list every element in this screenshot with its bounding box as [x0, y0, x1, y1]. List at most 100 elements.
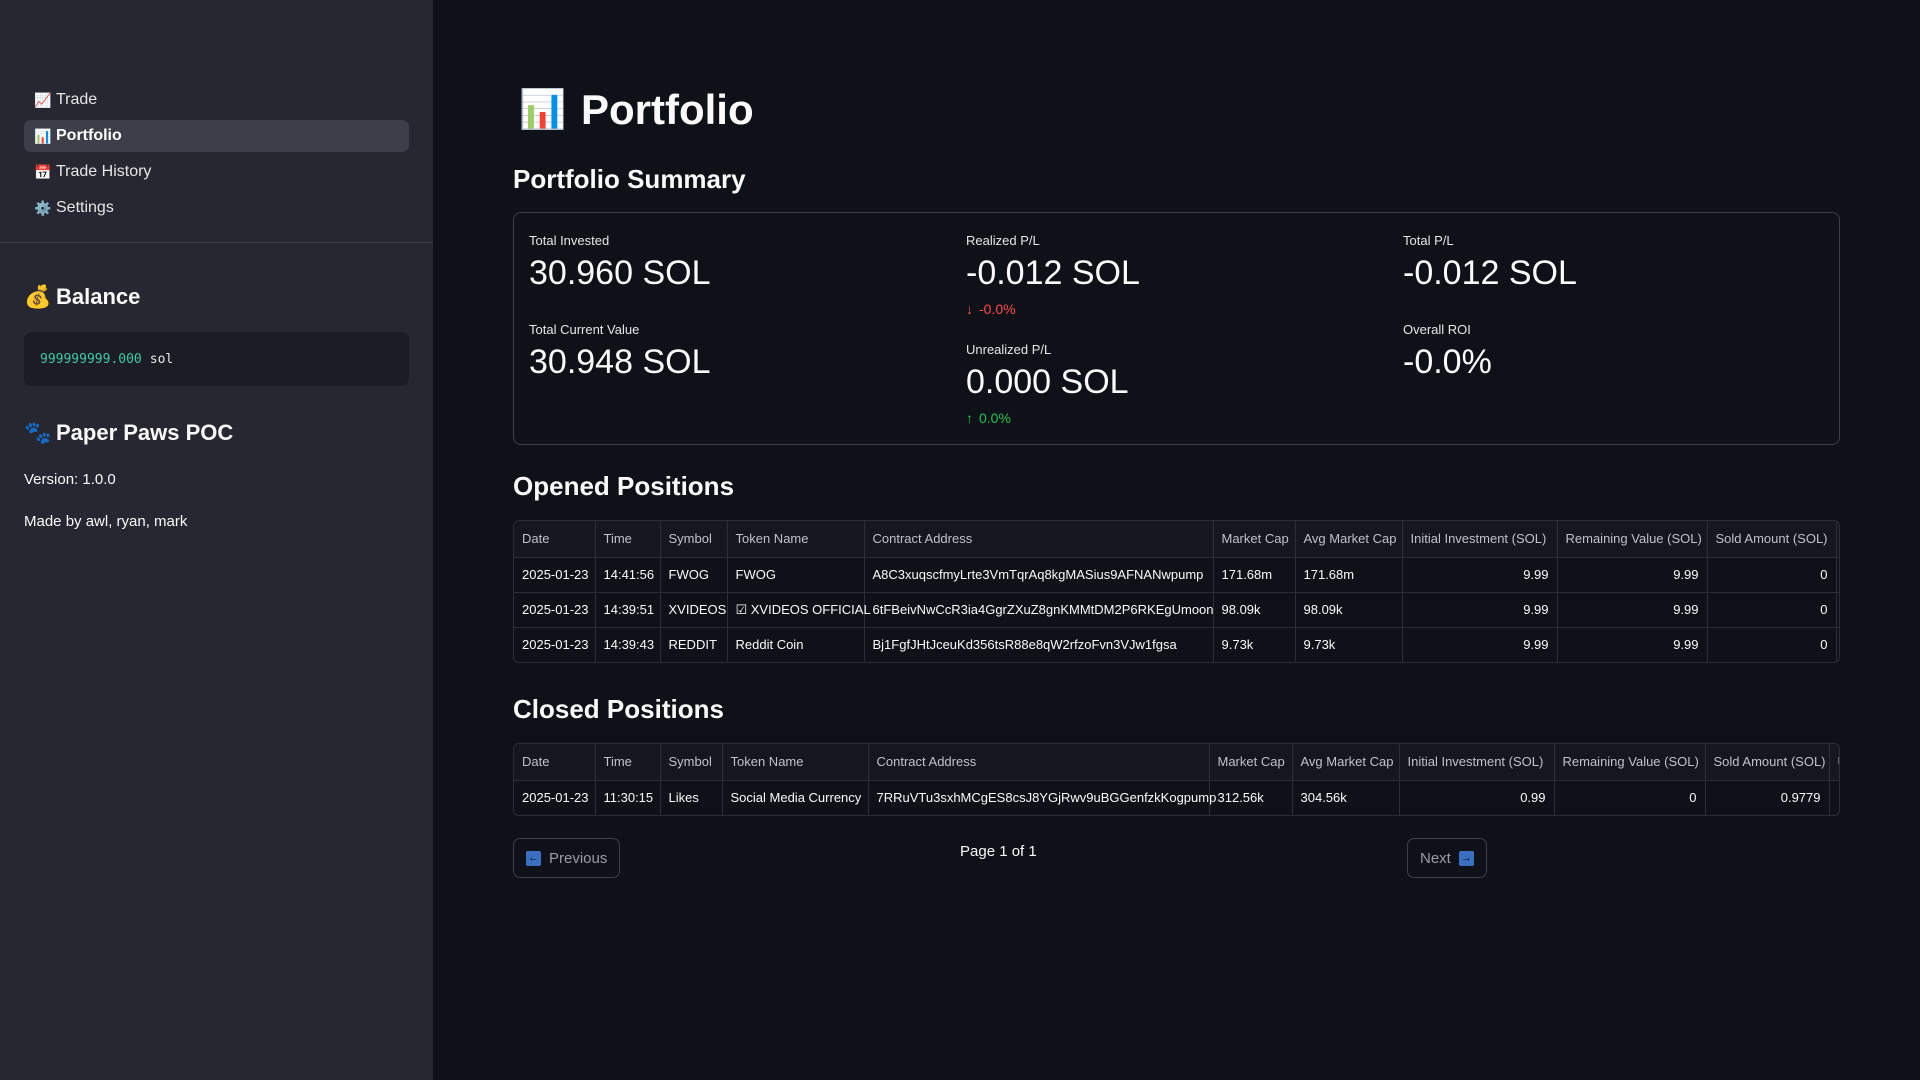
balance-unit: sol [149, 351, 174, 367]
column-header[interactable]: Symbol [660, 521, 728, 558]
arrow-left-icon: ← [526, 850, 541, 866]
delta-value: 0.0% [979, 410, 1011, 426]
closed-positions-title: Closed Positions [513, 694, 724, 724]
column-header[interactable]: U [1829, 744, 1839, 781]
balance-box: 999999999.000 sol [24, 332, 409, 386]
previous-label: Previous [549, 849, 608, 867]
table-cell: 2025-01-23 [514, 592, 596, 628]
table-row[interactable]: 2025-01-23 11:30:15 Likes Social Media Curr… [514, 780, 1839, 815]
metric-label: Total P/L [1403, 233, 1454, 248]
column-header[interactable]: Time [595, 744, 661, 781]
metric-unrealized-pl: Unrealized P/L 0.000 SOL ↑ 0.0% [966, 342, 1129, 426]
column-header[interactable]: Market Cap [1209, 744, 1293, 781]
table-cell: 9.99 [1402, 627, 1558, 662]
paw-icon: 🐾 [24, 420, 52, 445]
column-header[interactable]: Date [514, 521, 596, 558]
arrow-down-icon: ↓ [966, 301, 973, 317]
next-label: Next [1420, 849, 1451, 867]
table-row[interactable]: 2025-01-23 14:39:43 REDDIT Reddit Coin Bj1Fg… [514, 627, 1839, 662]
nav-item-trade-history[interactable]: 📅 Trade History [24, 156, 409, 188]
table-cell: 0 [1554, 780, 1706, 815]
column-header[interactable]: Avg Market Cap [1295, 521, 1403, 558]
table-cell: XVIDEOS [660, 592, 728, 628]
column-header[interactable]: Initial Investment (SOL) [1399, 744, 1555, 781]
column-header[interactable]: Symbol [660, 744, 723, 781]
metric-overall-roi: Overall ROI -0.0% [1403, 322, 1492, 382]
table-cell: 0 [1707, 557, 1837, 593]
previous-button[interactable]: ← Previous [513, 838, 621, 878]
version-text: Version: 1.0.0 [24, 471, 116, 488]
nav-item-portfolio[interactable]: 📊 Portfolio [24, 120, 409, 152]
table-cell: 9.99 [1557, 557, 1708, 593]
column-header[interactable]: Token Name [727, 521, 865, 558]
balance-amount: 999999999.000 [40, 351, 142, 367]
table-cell: 171.68m [1295, 557, 1403, 593]
table-cell: 14:41:56 [595, 557, 661, 593]
column-header[interactable]: Remaining Value (SOL) [1554, 744, 1706, 781]
column-header[interactable]: Market Cap [1213, 521, 1296, 558]
table-cell: 98.09k [1295, 592, 1403, 628]
column-header[interactable]: Contract Address [868, 744, 1210, 781]
nav-item-label: Trade History [56, 163, 152, 180]
table-row[interactable]: 2025-01-23 14:39:51 XVIDEOS ☑ XVIDEOS OFFIC… [514, 592, 1839, 628]
column-header[interactable]: Time [595, 521, 661, 558]
gear-icon: ⚙️ [34, 199, 52, 216]
metric-value: 30.948 SOL [529, 343, 711, 381]
column-header[interactable]: U [1836, 521, 1839, 558]
nav-item-settings[interactable]: ⚙️ Settings [24, 192, 409, 224]
column-header[interactable]: Remaining Value (SOL) [1557, 521, 1708, 558]
closed-positions-table[interactable]: Date Time Symbol Token Name Contract Address… [513, 743, 1840, 816]
metric-value: -0.0% [1403, 343, 1492, 381]
nav-item-trade[interactable]: 📈 Trade [24, 84, 409, 116]
table-cell: 9.99 [1402, 557, 1558, 593]
page-title-text: Portfolio [581, 86, 754, 133]
table-row[interactable]: 2025-01-23 14:41:56 FWOG FWOG A8C3xuqscfmyLr… [514, 557, 1839, 593]
bar-chart-icon: 📊 [34, 127, 52, 144]
metric-total-invested: Total Invested 30.960 SOL [529, 233, 710, 293]
table-cell: 171.68m [1213, 557, 1296, 593]
table-cell: REDDIT [660, 627, 728, 662]
table-cell: 11:30:15 [595, 780, 661, 815]
balance-heading: 💰 Balance [24, 284, 140, 310]
table-cell: 0 [1707, 627, 1837, 662]
next-button[interactable]: Next → [1407, 838, 1487, 878]
calendar-icon: 📅 [34, 163, 52, 180]
opened-positions-title: Opened Positions [513, 471, 735, 501]
table-cell: 0.9779 [1705, 780, 1830, 815]
balance-title: Balance [56, 284, 141, 309]
table-cell: 9.73k [1295, 627, 1403, 662]
table-cell: Reddit Coin [727, 627, 865, 662]
table-cell: 14:39:43 [595, 627, 661, 662]
credits-text: Made by awl, ryan, mark [24, 513, 188, 530]
column-header[interactable]: Contract Address [864, 521, 1214, 558]
table-cell: FWOG [660, 557, 728, 593]
metric-value: -0.012 SOL [966, 254, 1140, 292]
metric-value: -0.012 SOL [1403, 254, 1577, 292]
table-cell: Bj1FgfJHtJceuKd356tsR88e8qW2rfzoFvn3VJw1… [864, 627, 1214, 662]
column-header[interactable]: Sold Amount (SOL) [1705, 744, 1830, 781]
chart-up-icon: 📈 [34, 91, 52, 108]
metric-total-pl: Total P/L -0.012 SOL [1403, 233, 1577, 293]
column-header[interactable]: Avg Market Cap [1292, 744, 1400, 781]
table-cell [1836, 557, 1839, 593]
nav-item-label: Trade [56, 91, 98, 108]
table-cell [1829, 780, 1839, 815]
opened-positions-table[interactable]: Date Time Symbol Token Name Contract Address… [513, 520, 1840, 663]
metric-total-current-value: Total Current Value 30.948 SOL [529, 322, 710, 382]
column-header[interactable]: Initial Investment (SOL) [1402, 521, 1558, 558]
table-cell: 9.99 [1557, 592, 1708, 628]
arrow-up-icon: ↑ [966, 410, 973, 426]
metric-label: Realized P/L [966, 233, 1040, 248]
table-cell: 9.99 [1557, 627, 1708, 662]
column-header[interactable]: Sold Amount (SOL) [1707, 521, 1837, 558]
sidebar-nav: 📈 Trade 📊 Portfolio 📅 Trade History ⚙️ S… [24, 84, 409, 228]
table-cell: 2025-01-23 [514, 780, 596, 815]
column-header[interactable]: Token Name [722, 744, 869, 781]
column-header[interactable]: Date [514, 744, 596, 781]
table-cell: 2025-01-23 [514, 557, 596, 593]
metric-delta: ↑ 0.0% [966, 410, 1129, 426]
table-cell: 0.99 [1399, 780, 1555, 815]
table-cell: 312.56k [1209, 780, 1293, 815]
metric-value: 0.000 SOL [966, 363, 1129, 401]
arrow-right-icon: → [1458, 850, 1474, 866]
